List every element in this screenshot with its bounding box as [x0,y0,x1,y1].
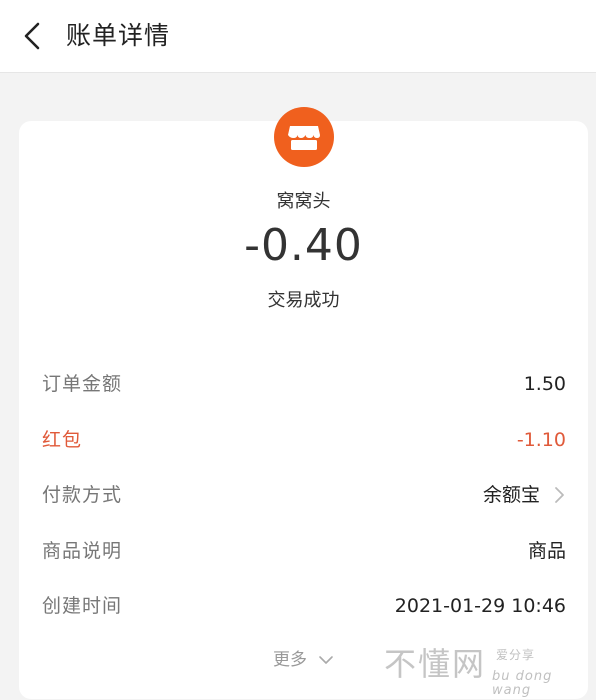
more-label: 更多 [272,650,307,670]
red-packet-value: -1.10 [516,429,566,451]
chevron-right-icon [555,487,564,503]
order-amount-label: 订单金额 [42,373,123,395]
chevron-down-icon [319,656,333,664]
watermark-slogan: 爱分享 [496,648,536,662]
back-arrow-icon [24,22,40,50]
payment-method-row[interactable]: 付款方式 余额宝 [42,478,566,512]
created-time-label: 创建时间 [42,595,123,617]
created-time-value: 2021-01-29 10:46 [394,595,566,617]
bill-detail-card: 窝窝头 -0.40 交易成功 订单金额 1.50 红包 -1.10 付款方式 余… [19,107,588,699]
transaction-amount: -0.40 [244,220,363,271]
merchant-avatar [274,107,334,167]
back-button[interactable] [14,16,54,56]
product-description-value: 商品 [527,540,566,562]
red-packet-label: 红包 [42,429,83,451]
order-amount-value: 1.50 [523,373,566,395]
red-packet-row: 红包 -1.10 [42,423,566,457]
payment-method-value: 余额宝 [482,484,540,506]
product-description-row: 商品说明 商品 [42,534,566,568]
order-amount-row: 订单金额 1.50 [42,367,566,401]
created-time-row: 创建时间 2021-01-29 10:46 [42,589,566,623]
watermark-pinyin: bu dong wang [492,669,553,698]
page-title: 账单详情 [66,21,171,50]
watermark-main-text: 不懂网 [384,645,487,683]
store-icon [288,126,320,150]
site-watermark: 不懂网 爱分享 bu dong wang [384,640,584,698]
product-description-label: 商品说明 [42,540,123,562]
transaction-status: 交易成功 [267,290,340,311]
top-bar: 账单详情 [0,0,596,73]
merchant-name: 窝窝头 [276,191,331,212]
payment-method-label: 付款方式 [42,484,123,506]
